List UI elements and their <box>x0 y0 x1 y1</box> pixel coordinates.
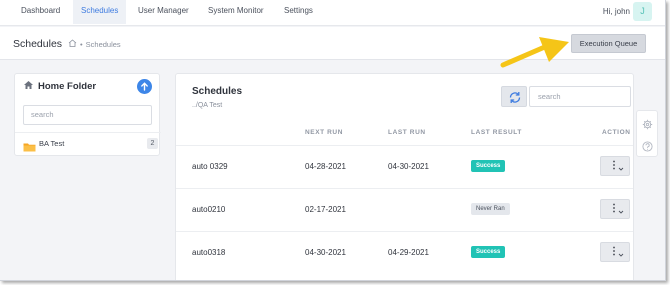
nav-user-manager[interactable]: User Manager <box>130 0 197 24</box>
execution-queue-button[interactable]: Execution Queue <box>571 34 646 53</box>
folder-item[interactable]: BA Test 2 <box>15 132 161 154</box>
table-row[interactable]: auto0318 04-30-2021 04-29-2021 Success ⋮ <box>176 231 633 274</box>
refresh-icon <box>502 92 528 112</box>
last-run-value: 04-29-2021 <box>388 248 429 257</box>
settings-icon[interactable] <box>642 117 653 135</box>
folder-panel-title: Home Folder <box>38 81 97 92</box>
column-header-last-run[interactable]: LAST RUN <box>388 129 426 136</box>
table-row[interactable]: auto 0329 04-28-2021 04-30-2021 Success … <box>176 145 633 188</box>
folder-search-input[interactable]: search <box>23 105 152 125</box>
folder-panel-header: Home Folder <box>23 80 96 93</box>
column-header-action[interactable]: ACTION <box>602 129 631 136</box>
folder-panel: Home Folder search BA Test 2 <box>14 73 161 156</box>
top-nav: Dashboard Schedules User Manager System … <box>0 0 665 26</box>
home-icon <box>23 80 34 93</box>
user-greeting: Hi, john <box>602 7 630 16</box>
schedules-title: Schedules <box>192 86 243 97</box>
folder-name: BA Test <box>39 139 65 148</box>
chevron-down-icon <box>618 247 624 265</box>
schedule-name: auto 0329 <box>192 162 228 171</box>
column-header-next-run[interactable]: NEXT RUN <box>305 129 343 136</box>
column-header-last-result[interactable]: LAST RESULT <box>471 129 522 136</box>
status-badge: Success <box>471 246 506 258</box>
schedules-search-input[interactable]: search <box>529 86 631 107</box>
folder-count-badge: 2 <box>147 138 158 149</box>
nav-settings[interactable]: Settings <box>276 0 321 24</box>
chevron-down-icon <box>618 161 624 179</box>
schedules-panel: Schedules ../QA Test search NEXT RUN LAS… <box>175 73 634 280</box>
nav-system-monitor[interactable]: System Monitor <box>200 0 272 24</box>
side-toolbar <box>636 110 658 157</box>
breadcrumb-separator: • <box>80 39 83 49</box>
next-run-value: 04-30-2021 <box>305 248 346 257</box>
app-window: Dashboard Schedules User Manager System … <box>0 0 666 281</box>
home-icon[interactable] <box>68 39 77 49</box>
status-badge: Never Ran <box>471 203 510 215</box>
status-badge: Success <box>471 160 506 172</box>
avatar[interactable]: J <box>633 2 652 21</box>
arrow-up-icon[interactable] <box>137 79 152 94</box>
row-action-button[interactable]: ⋮ <box>600 199 630 219</box>
next-run-value: 04-28-2021 <box>305 162 346 171</box>
callout-arrow-icon <box>499 32 571 75</box>
row-action-button[interactable]: ⋮ <box>600 156 630 176</box>
refresh-button[interactable] <box>501 86 527 107</box>
last-run-value: 04-30-2021 <box>388 162 429 171</box>
table-row[interactable]: auto0210 02-17-2021 Never Ran ⋮ <box>176 188 633 231</box>
page-title: Schedules <box>13 38 63 50</box>
breadcrumb: • Schedules <box>68 39 121 49</box>
nav-schedules[interactable]: Schedules <box>73 0 127 24</box>
schedules-path: ../QA Test <box>192 102 223 109</box>
breadcrumb-current: Schedules <box>85 39 121 49</box>
schedule-name: auto0210 <box>192 205 226 214</box>
folder-icon <box>23 139 36 157</box>
row-action-button[interactable]: ⋮ <box>600 242 630 262</box>
next-run-value: 02-17-2021 <box>305 205 346 214</box>
chevron-down-icon <box>618 204 624 222</box>
schedule-name: auto0318 <box>192 248 226 257</box>
help-icon[interactable] <box>642 139 653 157</box>
nav-dashboard[interactable]: Dashboard <box>13 0 68 24</box>
